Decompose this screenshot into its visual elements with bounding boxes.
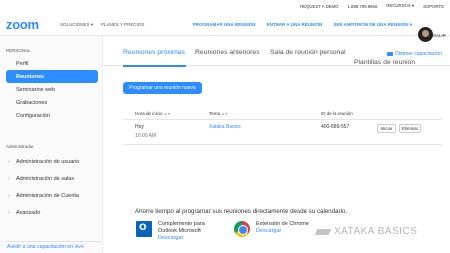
chrome-icon — [234, 221, 250, 237]
tab-personal-room[interactable]: Sala de reunión personal — [270, 49, 346, 56]
sidebar: PERSONAL Perfil Reuniones Seminarios web… — [0, 37, 103, 253]
sidebar-item-recordings[interactable]: Grabaciones — [0, 96, 103, 109]
request-demo-link[interactable]: REQUEST A DEMO — [300, 4, 338, 9]
delete-meeting-button[interactable]: Eliminar — [399, 124, 421, 133]
phone-number: 1.888.799.9666 — [347, 3, 378, 9]
xataka-logo-icon — [316, 227, 330, 237]
chevron-right-icon: › — [8, 209, 10, 216]
tab-templates[interactable]: Plantillas de reunión — [354, 59, 415, 66]
chevron-right-icon: › — [8, 175, 10, 182]
sort-icon: ▲▼ — [163, 111, 171, 116]
tab-previous[interactable]: Reuniones anteriores — [195, 49, 260, 56]
active-tab-indicator — [123, 65, 186, 67]
sidebar-item-user-admin[interactable]: › Administración de usuario — [0, 155, 103, 168]
training-icon — [386, 52, 393, 56]
outlook-plugin: Complemento para Outlook Microsoft Desca… — [136, 221, 205, 241]
sidebar-item-settings[interactable]: Configuración — [0, 109, 103, 122]
main-header: zoom SOLUCIONES ▾ PLANES Y PRECIOS PROGR… — [0, 12, 450, 42]
join-meeting-link[interactable]: ENTRAR A UNA REUNIÓN — [267, 22, 323, 28]
table-header: Hora de inicio ▲▼ Tema ▲▼ ID de la reuni… — [123, 107, 442, 120]
table-row: Hoy 10:00 AM Xataka Basics 400-689-557 I… — [123, 121, 442, 145]
support-link[interactable]: SOPORTE — [423, 4, 444, 9]
header-topic[interactable]: Tema ▲▼ — [209, 111, 228, 116]
calendar-promo-title: Ahorre tiempo al programar sus reuniones… — [135, 208, 348, 215]
xataka-watermark: XATAKA BASICS — [316, 226, 417, 237]
row-date: Hoy — [135, 124, 144, 130]
sidebar-item-room-admin[interactable]: › Administración de salas — [0, 172, 103, 185]
chrome-download-link[interactable]: Descargar — [256, 228, 309, 234]
plans-pricing-link[interactable]: PLANES Y PRECIOS — [101, 22, 144, 28]
row-topic-link[interactable]: Xataka Basics — [209, 124, 241, 130]
header-start-time[interactable]: Hora de inicio ▲▼ — [135, 111, 171, 116]
chrome-extension: Extensión de Chrome Descargar — [234, 221, 309, 237]
sidebar-heading-personal: PERSONAL — [6, 48, 31, 53]
zoom-logo[interactable]: zoom — [6, 17, 39, 32]
chevron-right-icon: › — [8, 158, 10, 165]
sidebar-heading-admin: Administrador — [6, 144, 34, 149]
tab-upcoming[interactable]: Reuniones próximas — [123, 49, 185, 56]
chrome-name: Extensión de Chrome — [256, 221, 309, 227]
watermark-text: XATAKA BASICS — [334, 226, 418, 237]
top-utility-bar: REQUEST A DEMO 1.888.799.9666 RECURSOS ▾… — [0, 0, 450, 12]
main-content: Reuniones próximas Reuniones anteriores … — [104, 37, 450, 253]
sidebar-item-profile[interactable]: Perfil — [0, 57, 103, 70]
sidebar-item-account-admin[interactable]: › Administración de Cuenta — [0, 189, 103, 202]
header-nav: SOLUCIONES ▾ PLANES Y PRECIOS — [60, 22, 144, 28]
header-actions: PROGRAMAR UNA REUNIÓN ENTRAR A UNA REUNI… — [193, 22, 412, 28]
sidebar-item-meetings[interactable]: Reuniones — [6, 70, 98, 83]
outlook-name-line2: Outlook Microsoft — [158, 228, 201, 234]
schedule-new-meeting-button[interactable]: Programar una reunión nueva — [123, 82, 202, 94]
sort-icon: ▲▼ — [221, 111, 229, 116]
sidebar-item-webinars[interactable]: Seminarios web — [0, 83, 103, 96]
outlook-name-line1: Complemento para — [158, 221, 205, 227]
get-training-link[interactable]: Obtener capacitación — [386, 51, 442, 57]
row-time: 10:00 AM — [135, 133, 157, 139]
start-meeting-button[interactable]: Iniciar — [377, 124, 396, 133]
header-meeting-id: ID de la reunión — [321, 110, 353, 116]
live-training-link[interactable]: Asistir a una capacitación en vivo — [5, 241, 101, 250]
outlook-download-link[interactable]: Descargar — [158, 235, 205, 241]
solutions-menu[interactable]: SOLUCIONES ▾ — [60, 22, 93, 28]
resources-menu[interactable]: RECURSOS ▾ — [386, 3, 414, 9]
outlook-icon — [136, 221, 152, 237]
sidebar-item-advanced[interactable]: › Avanzado — [0, 206, 103, 219]
meetings-table: Hora de inicio ▲▼ Tema ▲▼ ID de la reuni… — [123, 107, 442, 145]
schedule-meeting-link[interactable]: PROGRAMAR UNA REUNIÓN — [193, 22, 256, 28]
row-meeting-id: 400-689-557 — [321, 124, 350, 130]
chevron-right-icon: › — [8, 192, 10, 199]
host-meeting-menu[interactable]: SER ANFITRIÓN DE UNA REUNIÓN ▾ — [333, 22, 412, 28]
